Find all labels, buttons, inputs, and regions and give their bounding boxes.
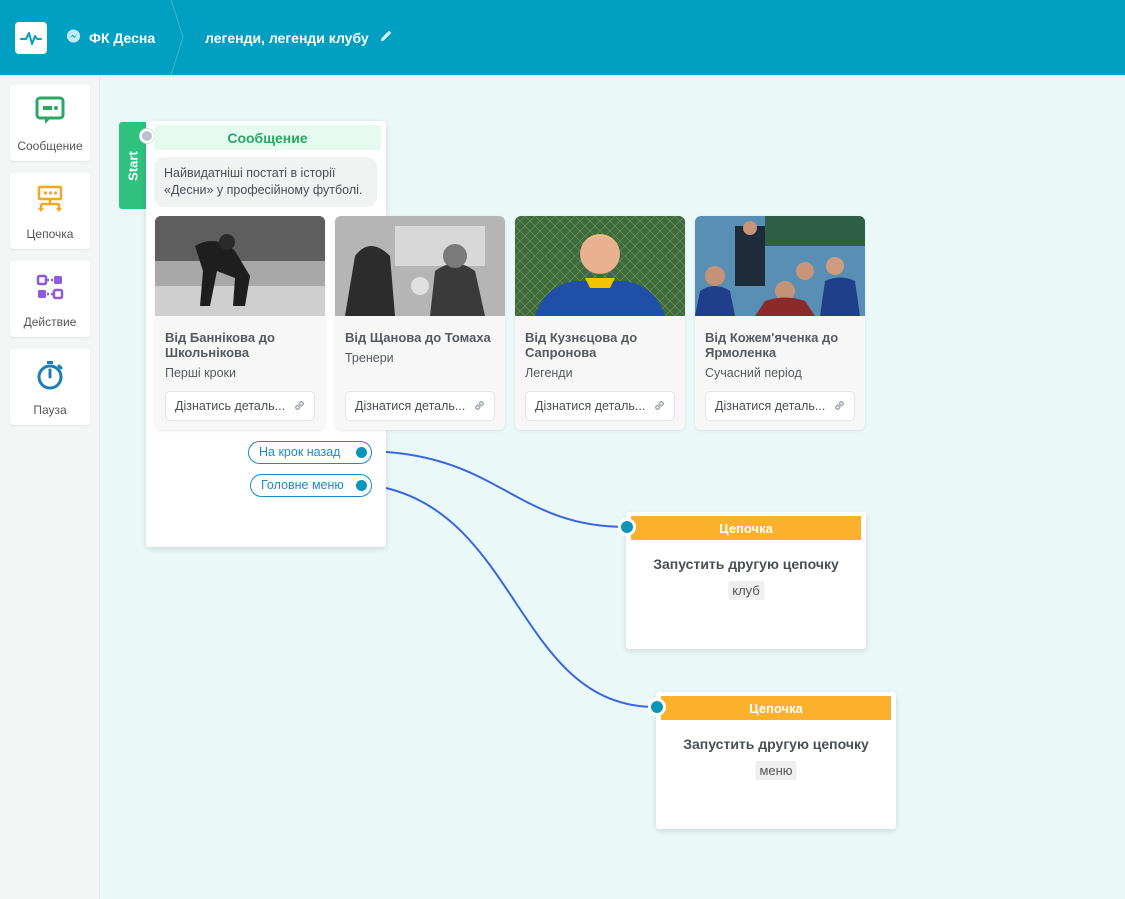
- card-button[interactable]: Дізнатись деталь...: [165, 391, 315, 421]
- breadcrumb-separator: [170, 0, 184, 75]
- gallery-card[interactable]: Від Кожем'яченка до Ярмоленка Сучасний п…: [695, 216, 865, 430]
- link-icon: [473, 399, 486, 415]
- link-icon: [293, 399, 306, 415]
- chain-tag: клуб: [728, 581, 764, 600]
- quick-reply-main-menu[interactable]: Головне меню: [250, 474, 372, 497]
- output-port[interactable]: [356, 447, 367, 458]
- chain-node-title: Цепочка: [631, 516, 861, 540]
- card-button[interactable]: Дізнатися деталь...: [705, 391, 855, 421]
- tool-chain[interactable]: Цепочка: [10, 173, 90, 249]
- tool-message[interactable]: Сообщение: [10, 85, 90, 161]
- chain-node[interactable]: Цепочка Запустить другую цепочку меню: [648, 692, 896, 829]
- gallery-card[interactable]: Від Кузнєцова до Сапронова Легенди Дізна…: [515, 216, 685, 430]
- card-button-label: Дізнатись деталь...: [175, 399, 286, 413]
- message-node-title: Сообщение: [154, 125, 381, 150]
- gallery-card[interactable]: Від Баннікова до Школьнікова Перші кроки…: [155, 216, 325, 430]
- card-image: [335, 216, 505, 316]
- tool-sidebar: Сообщение Цепочка Действие Пауза: [0, 75, 100, 899]
- chain-node-text: Запустить другую цепочку: [683, 736, 869, 752]
- chain-tag: меню: [755, 761, 797, 780]
- card-title: Від Кузнєцова до Сапронова: [525, 330, 638, 360]
- chain-node-text: Запустить другую цепочку: [653, 556, 839, 572]
- card-subtitle: Перші кроки: [165, 366, 236, 380]
- tool-pause[interactable]: Пауза: [10, 349, 90, 425]
- chain-node[interactable]: Цепочка Запустить другую цепочку клуб: [618, 512, 866, 649]
- card-subtitle: Легенди: [525, 366, 573, 380]
- chain-icon: [35, 184, 65, 219]
- bot-name: ФК Десна: [89, 30, 156, 46]
- card-subtitle: Сучасний період: [705, 366, 802, 380]
- action-icon: [35, 272, 65, 307]
- message-text-bubble[interactable]: Найвидатніші постаті в історії «Десни» у…: [154, 157, 377, 207]
- input-port[interactable]: [618, 518, 636, 536]
- top-bar: ФК Десна легенди, легенди клубу: [0, 0, 1125, 75]
- gallery-card[interactable]: Від Щанова до Томаха Тренери Дізнатися д…: [335, 216, 505, 430]
- breadcrumb-bot[interactable]: ФК Десна: [66, 29, 155, 47]
- card-title: Від Баннікова до Школьнікова: [165, 330, 275, 360]
- tool-action[interactable]: Действие: [10, 261, 90, 337]
- quick-reply-label: На крок назад: [259, 445, 341, 459]
- tool-action-label: Действие: [23, 315, 77, 329]
- start-label: Start: [125, 151, 141, 181]
- quick-reply-label: Головне меню: [261, 478, 344, 492]
- message-icon: [35, 96, 65, 131]
- chain-node-title: Цепочка: [661, 696, 891, 720]
- wire-back-to-chain1: [385, 451, 627, 528]
- card-image: [515, 216, 685, 316]
- card-subtitle: Тренери: [345, 351, 394, 365]
- tool-pause-label: Пауза: [33, 403, 67, 417]
- flow-name: легенди, легенди клубу: [205, 30, 369, 46]
- app-logo-icon[interactable]: [15, 22, 47, 54]
- tool-message-label: Сообщение: [17, 139, 83, 153]
- card-button-label: Дізнатися деталь...: [355, 399, 466, 413]
- link-icon: [833, 399, 846, 415]
- card-title: Від Кожем'яченка до Ярмоленка: [705, 330, 839, 360]
- message-text-line: Найвидатніші постаті в історії: [164, 166, 336, 180]
- wire-menu-to-chain2: [385, 487, 657, 708]
- tool-chain-label: Цепочка: [26, 227, 74, 241]
- breadcrumb-flow: легенди, легенди клубу: [205, 30, 392, 46]
- card-button-label: Дізнатися деталь...: [535, 399, 646, 413]
- message-text-line: «Десни» у професійному футболі.: [164, 183, 363, 197]
- input-port[interactable]: [140, 129, 154, 143]
- card-image: [155, 216, 325, 316]
- input-port[interactable]: [648, 698, 666, 716]
- card-button[interactable]: Дізнатися деталь...: [345, 391, 495, 421]
- timer-icon: [35, 360, 65, 395]
- card-button[interactable]: Дізнатися деталь...: [525, 391, 675, 421]
- messenger-icon: [66, 29, 81, 47]
- card-image: [695, 216, 865, 316]
- link-icon: [653, 399, 666, 415]
- quick-reply-back[interactable]: На крок назад: [248, 441, 372, 464]
- card-title: Від Щанова до Томаха: [345, 330, 491, 345]
- card-button-label: Дізнатися деталь...: [715, 399, 826, 413]
- edit-pencil-icon[interactable]: [379, 30, 392, 46]
- output-port[interactable]: [356, 480, 367, 491]
